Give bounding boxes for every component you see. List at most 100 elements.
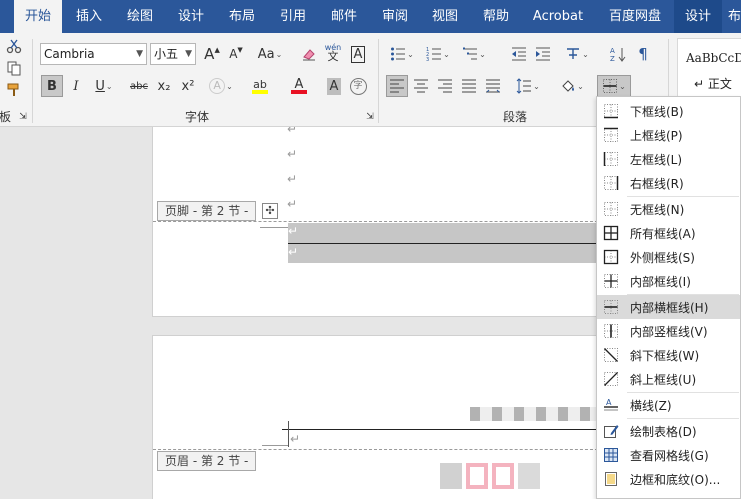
styles-gallery[interactable]: AaBbCcD ↵ 正文 <box>677 38 741 98</box>
border-inside-horizontal-icon <box>604 300 618 314</box>
menu-item-right-border[interactable]: 右框线(R) <box>597 171 740 195</box>
menu-item-borders-and-shading[interactable]: 边框和底纹(O)... <box>597 467 740 491</box>
align-right-button[interactable] <box>434 75 456 97</box>
bullets-icon <box>391 47 406 61</box>
tab-help[interactable]: 帮助 <box>473 0 519 33</box>
character-border-button[interactable]: A <box>347 43 369 65</box>
bullets-button[interactable]: ⌄ <box>386 43 418 65</box>
text-cursor <box>288 421 289 447</box>
table-edge-line <box>262 445 288 446</box>
italic-button[interactable]: I <box>65 75 87 97</box>
tab-view[interactable]: 视图 <box>422 0 468 33</box>
menu-item-bottom-border[interactable]: 下框线(B) <box>597 99 740 123</box>
tab-baidu-netdisk[interactable]: 百度网盘 <box>598 0 672 33</box>
tab-table-layout[interactable]: 布 <box>728 0 741 33</box>
border-outside-icon <box>603 249 619 265</box>
menu-item-left-border[interactable]: 左框线(L) <box>597 147 740 171</box>
increase-indent-button[interactable] <box>532 43 554 65</box>
menu-item-all-borders[interactable]: 所有框线(A) <box>597 221 740 245</box>
group-label-paragraph: 段落 <box>503 110 528 124</box>
menu-item-label: 绘制表格(D) <box>630 424 697 439</box>
menu-item-inside-borders[interactable]: 内部框线(I) <box>597 269 740 293</box>
tab-insert[interactable]: 插入 <box>66 0 112 33</box>
svg-text:3: 3 <box>426 57 429 62</box>
menu-item-label: 左框线(L) <box>630 152 683 167</box>
phonetic-guide-button[interactable]: wén 文 <box>322 41 344 63</box>
tab-references[interactable]: 引用 <box>270 0 316 33</box>
highlight-button[interactable]: ab <box>244 75 276 97</box>
paint-bucket-icon <box>562 80 575 92</box>
font-color-button[interactable]: A <box>283 75 315 97</box>
menu-item-diagonal-down-border[interactable]: 斜下框线(W) <box>597 343 740 367</box>
menu-item-label: 上框线(P) <box>630 128 683 143</box>
change-case-button[interactable]: Aa ⌄ <box>254 43 286 65</box>
ribbon-tab-bar: 开始 插入 绘图 设计 布局 引用 邮件 审阅 视图 帮助 Acrobat 百度… <box>0 0 741 33</box>
sort-button[interactable]: AZ <box>607 43 629 65</box>
table-move-handle-icon[interactable]: ✣ <box>262 203 278 219</box>
asian-layout-button[interactable]: ⌄ <box>562 43 592 65</box>
underline-button[interactable]: U ⌄ <box>89 75 119 97</box>
line-spacing-button[interactable]: ⌄ <box>512 75 544 97</box>
menu-item-horizontal-line[interactable]: A 横线(Z) <box>597 393 740 417</box>
clear-formatting-button[interactable] <box>298 43 320 65</box>
menu-item-inside-horizontal-border[interactable]: 内部横框线(H) <box>597 295 740 319</box>
subscript-button[interactable]: x₂ <box>153 75 175 97</box>
menu-item-no-border[interactable]: 无框线(N) <box>597 197 740 221</box>
menu-item-label: 右框线(R) <box>630 176 684 191</box>
pilcrow-icon: ¶ <box>638 45 648 63</box>
font-dialog-launcher-icon[interactable]: ⇲ <box>364 111 376 123</box>
tab-home[interactable]: 开始 <box>14 0 62 33</box>
shrink-font-button[interactable]: A ▼ <box>225 43 247 65</box>
group-label-font: 字体 <box>185 110 210 124</box>
draw-table-icon <box>604 425 619 438</box>
tab-acrobat[interactable]: Acrobat <box>526 0 590 33</box>
border-inside-icon <box>604 274 618 288</box>
superscript-button[interactable]: x² <box>177 75 199 97</box>
tab-review[interactable]: 审阅 <box>372 0 418 33</box>
character-shading-button[interactable]: A <box>323 75 345 97</box>
menu-item-label: 内部竖框线(V) <box>630 324 708 339</box>
highlight-color-swatch <box>252 89 268 94</box>
borders-button[interactable]: ⌄ <box>597 75 631 97</box>
borders-shading-icon <box>605 472 617 486</box>
paragraph-shading-button[interactable]: ⌄ <box>556 75 588 97</box>
tab-draw[interactable]: 绘图 <box>117 0 163 33</box>
grow-font-button[interactable]: A ▲ <box>201 43 223 65</box>
enclose-characters-button[interactable]: 字 <box>347 75 369 97</box>
tab-table-design[interactable]: 设计 <box>674 0 722 33</box>
menu-item-view-gridlines[interactable]: 查看网格线(G) <box>597 443 740 467</box>
ribbon-separator <box>378 39 379 123</box>
format-painter-icon[interactable] <box>3 79 25 101</box>
strikethrough-button[interactable]: abc <box>127 75 151 97</box>
menu-item-top-border[interactable]: 上框线(P) <box>597 123 740 147</box>
menu-item-draw-table[interactable]: 绘制表格(D) <box>597 419 740 443</box>
clipboard-launcher-icon[interactable]: ⇲ <box>17 111 29 123</box>
multilevel-list-button[interactable]: ⌄ <box>458 43 490 65</box>
borders-dropdown-menu: 下框线(B) 上框线(P) 左框线(L) 右框线(R) 无框线(N) 所有框线(… <box>596 96 741 499</box>
tab-layout[interactable]: 布局 <box>219 0 265 33</box>
menu-item-diagonal-up-border[interactable]: 斜上框线(U) <box>597 367 740 391</box>
menu-item-label: 外侧框线(S) <box>630 250 695 265</box>
menu-item-label: 下框线(B) <box>630 104 684 119</box>
menu-item-label: 内部横框线(H) <box>630 300 709 315</box>
decrease-indent-button[interactable] <box>508 43 530 65</box>
align-left-button[interactable] <box>386 75 408 97</box>
tab-design[interactable]: 设计 <box>168 0 214 33</box>
distributed-button[interactable] <box>482 75 504 97</box>
paragraph-mark: ↵ <box>287 172 298 186</box>
justify-button[interactable] <box>458 75 480 97</box>
menu-item-outside-borders[interactable]: 外侧框线(S) <box>597 245 740 269</box>
copy-icon[interactable] <box>3 57 25 79</box>
align-center-button[interactable] <box>410 75 432 97</box>
text-effects-button[interactable]: A ⌄ <box>206 75 236 97</box>
font-name-box[interactable]: Cambria ▼ <box>40 43 147 65</box>
tab-mailings[interactable]: 邮件 <box>321 0 367 33</box>
bold-button[interactable]: B <box>41 75 63 97</box>
font-size-box[interactable]: 小五 ▼ <box>150 43 196 65</box>
menu-item-inside-vertical-border[interactable]: 内部竖框线(V) <box>597 319 740 343</box>
show-hide-marks-button[interactable]: ¶ <box>632 43 654 65</box>
menu-item-label: 横线(Z) <box>630 398 672 413</box>
numbering-button[interactable]: 1 2 3 ⌄ <box>422 43 454 65</box>
cut-icon[interactable] <box>3 35 25 57</box>
shrink-font-icon: A <box>229 47 238 61</box>
